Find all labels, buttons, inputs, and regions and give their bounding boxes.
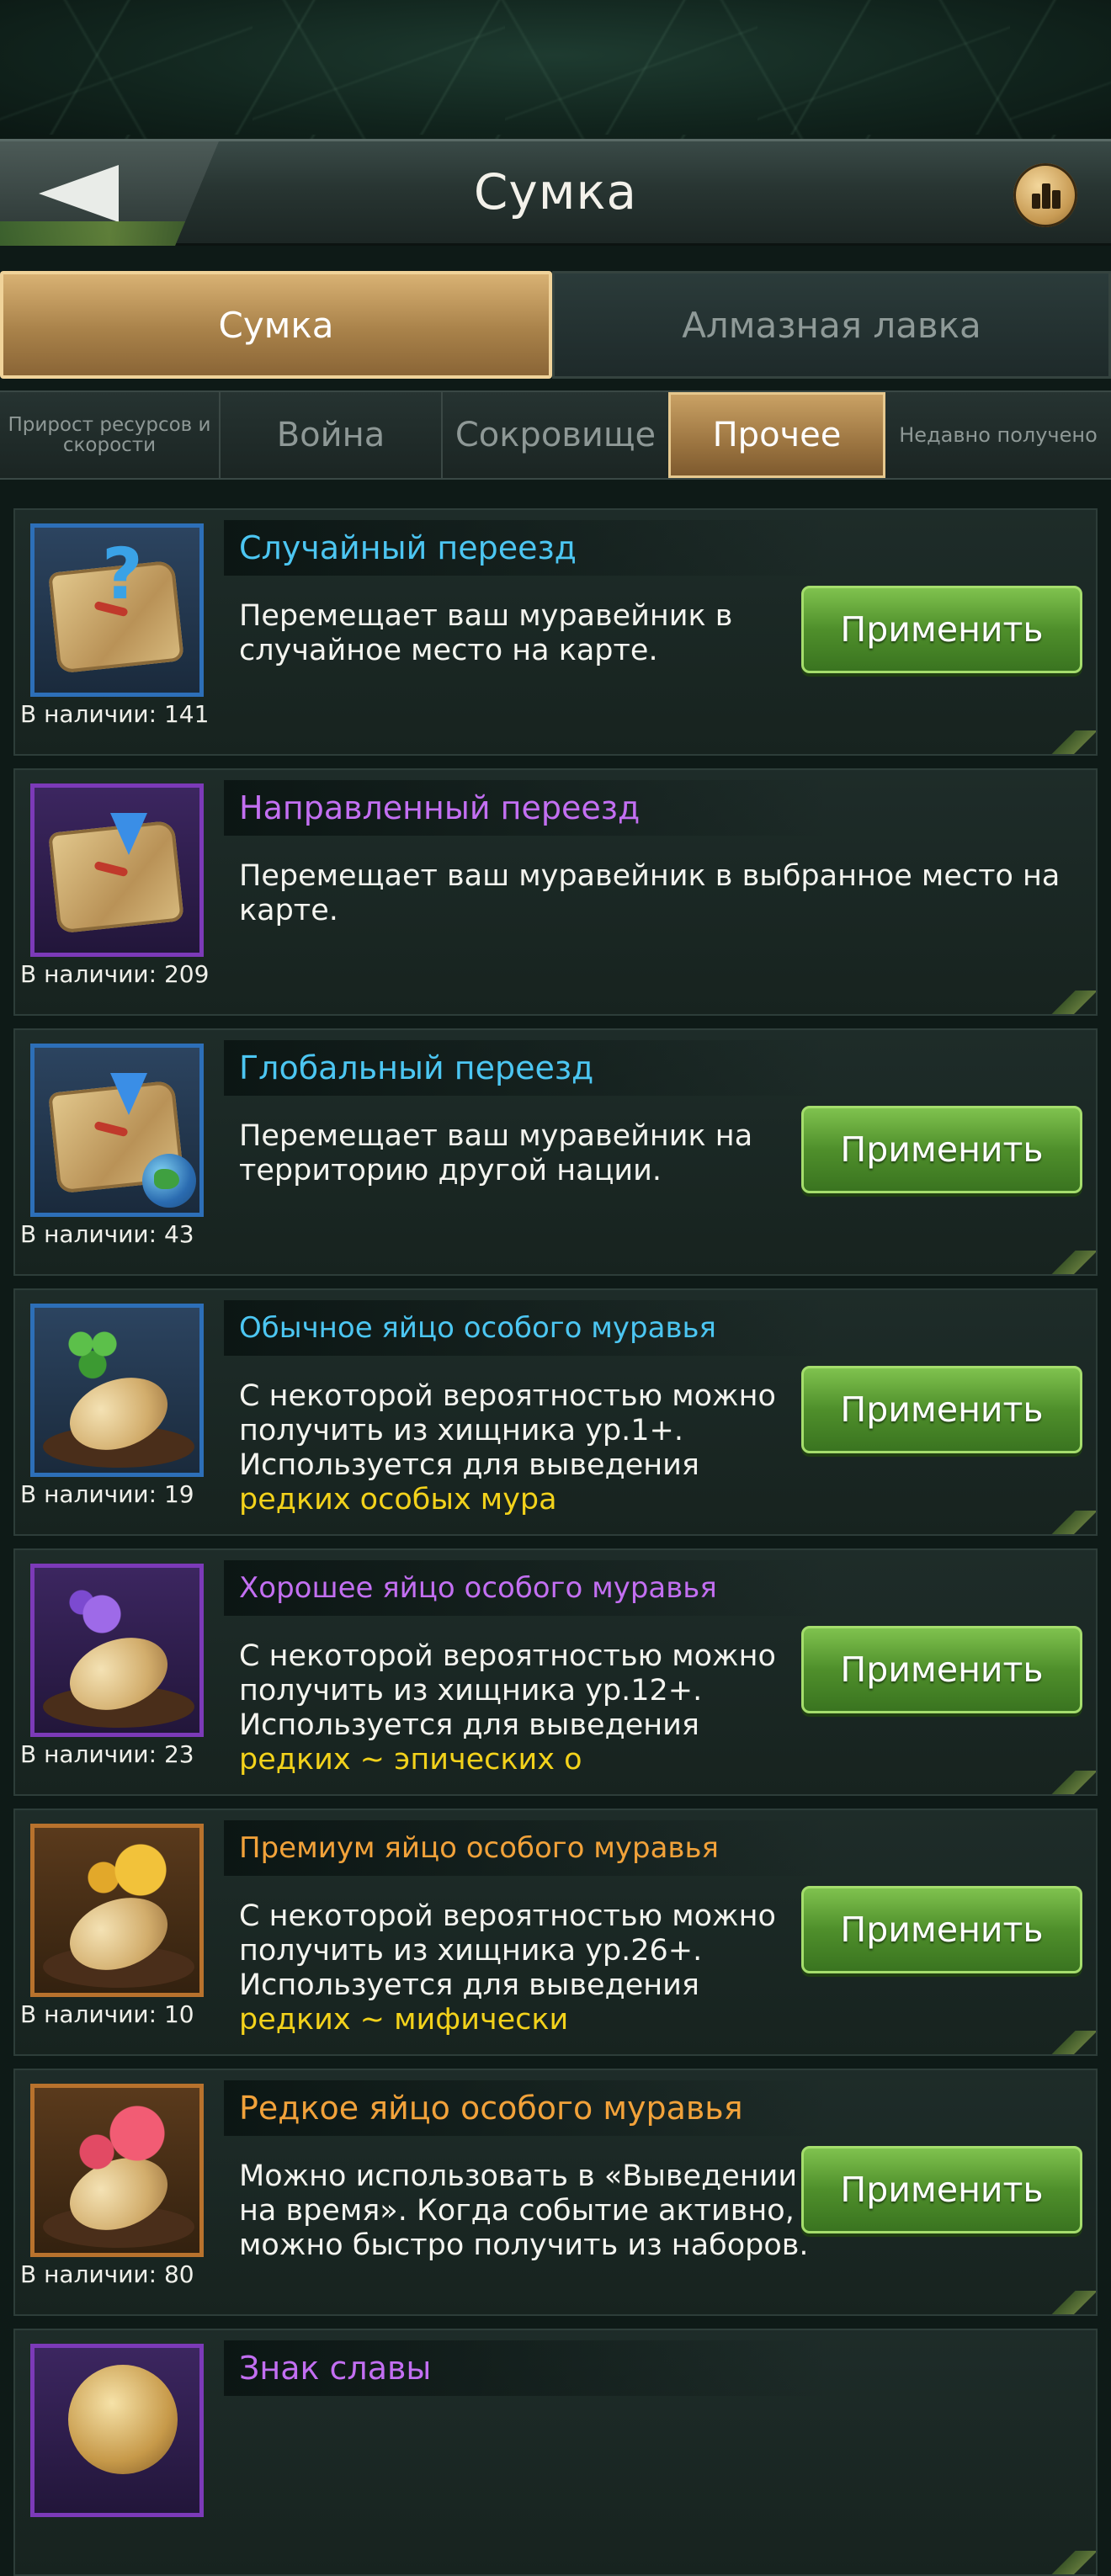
list-item: ? В наличии: 141 Случайный переезд Перем… <box>13 508 1098 756</box>
page-title: Сумка <box>473 163 638 220</box>
vine-decoration <box>0 221 219 246</box>
glory-badge-icon <box>30 2344 204 2517</box>
list-item: В наличии: 23 Хорошее яйцо особого мурав… <box>13 1548 1098 1796</box>
tab-recently-received[interactable]: Недавно получено <box>885 392 1111 478</box>
rare-egg-icon <box>30 2084 204 2257</box>
description-highlight: редких особых мура <box>239 1483 557 1516</box>
item-count: В наличии: 141 <box>20 700 210 728</box>
tab-resources-speed[interactable]: Прирост ресурсов и скорости <box>0 392 221 478</box>
apply-button[interactable]: Применить <box>801 1106 1082 1193</box>
item-title: Глобальный переезд <box>224 1040 830 1096</box>
random-relocation-map-icon: ? <box>30 523 204 697</box>
good-egg-icon <box>30 1564 204 1737</box>
description-highlight: редких ~ мифически <box>239 2003 569 2037</box>
tab-bag[interactable]: Сумка <box>0 271 552 379</box>
item-count: В наличии: 80 <box>20 2260 194 2288</box>
item-title: Направленный переезд <box>224 780 830 836</box>
top-background <box>0 0 1111 139</box>
apply-button[interactable]: Применить <box>801 1626 1082 1713</box>
header-bar: Сумка <box>0 139 1111 246</box>
item-count: В наличии: 209 <box>20 960 210 988</box>
list-item: В наличии: 209 Направленный переезд Пере… <box>13 768 1098 1016</box>
item-count: В наличии: 43 <box>20 1220 194 1248</box>
item-description: С некоторой вероятностью можно получить … <box>239 1379 776 1516</box>
item-count: В наличии: 10 <box>20 2000 194 2028</box>
targeted-relocation-map-icon <box>30 783 204 957</box>
item-title: Премиум яйцо особого муравья <box>224 1820 830 1876</box>
item-title: Знак славы <box>224 2340 830 2396</box>
list-item: В наличии: 80 Редкое яйцо особого муравь… <box>13 2069 1098 2316</box>
item-description: С некоторой вероятностью можно получить … <box>239 1899 776 2037</box>
item-count: В наличии: 19 <box>20 1480 194 1508</box>
tab-diamond-shop[interactable]: Алмазная лавка <box>552 271 1111 379</box>
item-count: В наличии: 23 <box>20 1740 194 1768</box>
item-description: Перемещает ваш муравейник в выбранное ме… <box>239 859 1060 927</box>
global-relocation-map-icon <box>30 1044 204 1217</box>
item-title: Редкое яйцо особого муравья <box>224 2080 830 2136</box>
item-description: С некоторой вероятностью можно получить … <box>239 1639 776 1777</box>
apply-button[interactable]: Применить <box>801 2146 1082 2233</box>
item-description: Перемещает ваш муравейник в случайное ме… <box>239 599 733 667</box>
list-item: Знак славы <box>13 2329 1098 2576</box>
item-title: Хорошее яйцо особого муравья <box>224 1560 830 1616</box>
sub-tabs: Прирост ресурсов и скорости Война Сокров… <box>0 390 1111 480</box>
item-title: Случайный переезд <box>224 520 830 576</box>
bar-chart-icon[interactable] <box>1013 163 1077 227</box>
tab-other[interactable]: Прочее <box>668 392 885 478</box>
common-egg-icon <box>30 1304 204 1477</box>
apply-button[interactable]: Применить <box>801 1366 1082 1453</box>
item-description: Можно использовать в «Выведении на время… <box>239 2159 809 2262</box>
premium-egg-icon <box>30 1824 204 1997</box>
item-title: Обычное яйцо особого муравья <box>224 1300 830 1356</box>
apply-button[interactable]: Применить <box>801 1886 1082 1973</box>
main-tabs: Сумка Алмазная лавка <box>0 271 1111 379</box>
item-description: Перемещает ваш муравейник на территорию … <box>239 1119 753 1187</box>
list-item: В наличии: 43 Глобальный переезд Перемещ… <box>13 1028 1098 1276</box>
list-item: В наличии: 19 Обычное яйцо особого мурав… <box>13 1288 1098 1536</box>
tab-war[interactable]: Война <box>221 392 443 478</box>
list-item: В наличии: 10 Премиум яйцо особого мурав… <box>13 1809 1098 2056</box>
apply-button[interactable]: Применить <box>801 586 1082 673</box>
tab-treasure[interactable]: Сокровище <box>443 392 668 478</box>
description-highlight: редких ~ эпических о <box>239 1743 582 1777</box>
